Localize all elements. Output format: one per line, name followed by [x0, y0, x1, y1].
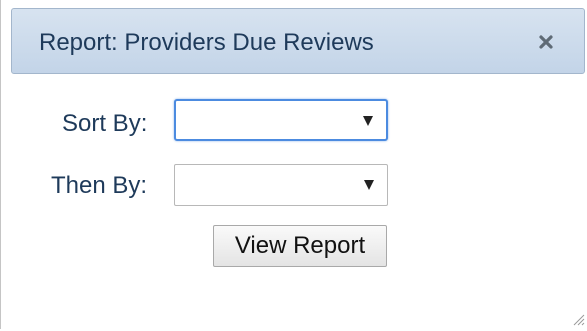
close-button[interactable]: [532, 28, 560, 56]
then-by-select[interactable]: [174, 164, 388, 206]
then-by-label: Then By:: [51, 172, 148, 199]
sort-by-select[interactable]: [174, 99, 388, 141]
dialog-title: Report: Providers Due Reviews: [39, 29, 374, 56]
report-dialog: Report: Providers Due Reviews Sort By: T…: [0, 0, 587, 329]
chevron-down-icon: [363, 116, 373, 126]
view-report-button[interactable]: View Report: [213, 225, 387, 267]
resize-grip-icon[interactable]: [571, 312, 585, 326]
dialog-titlebar[interactable]: Report: Providers Due Reviews: [11, 8, 585, 74]
chevron-down-icon: [364, 180, 374, 190]
sort-by-label: Sort By:: [62, 110, 148, 137]
close-icon[interactable]: [532, 28, 560, 56]
